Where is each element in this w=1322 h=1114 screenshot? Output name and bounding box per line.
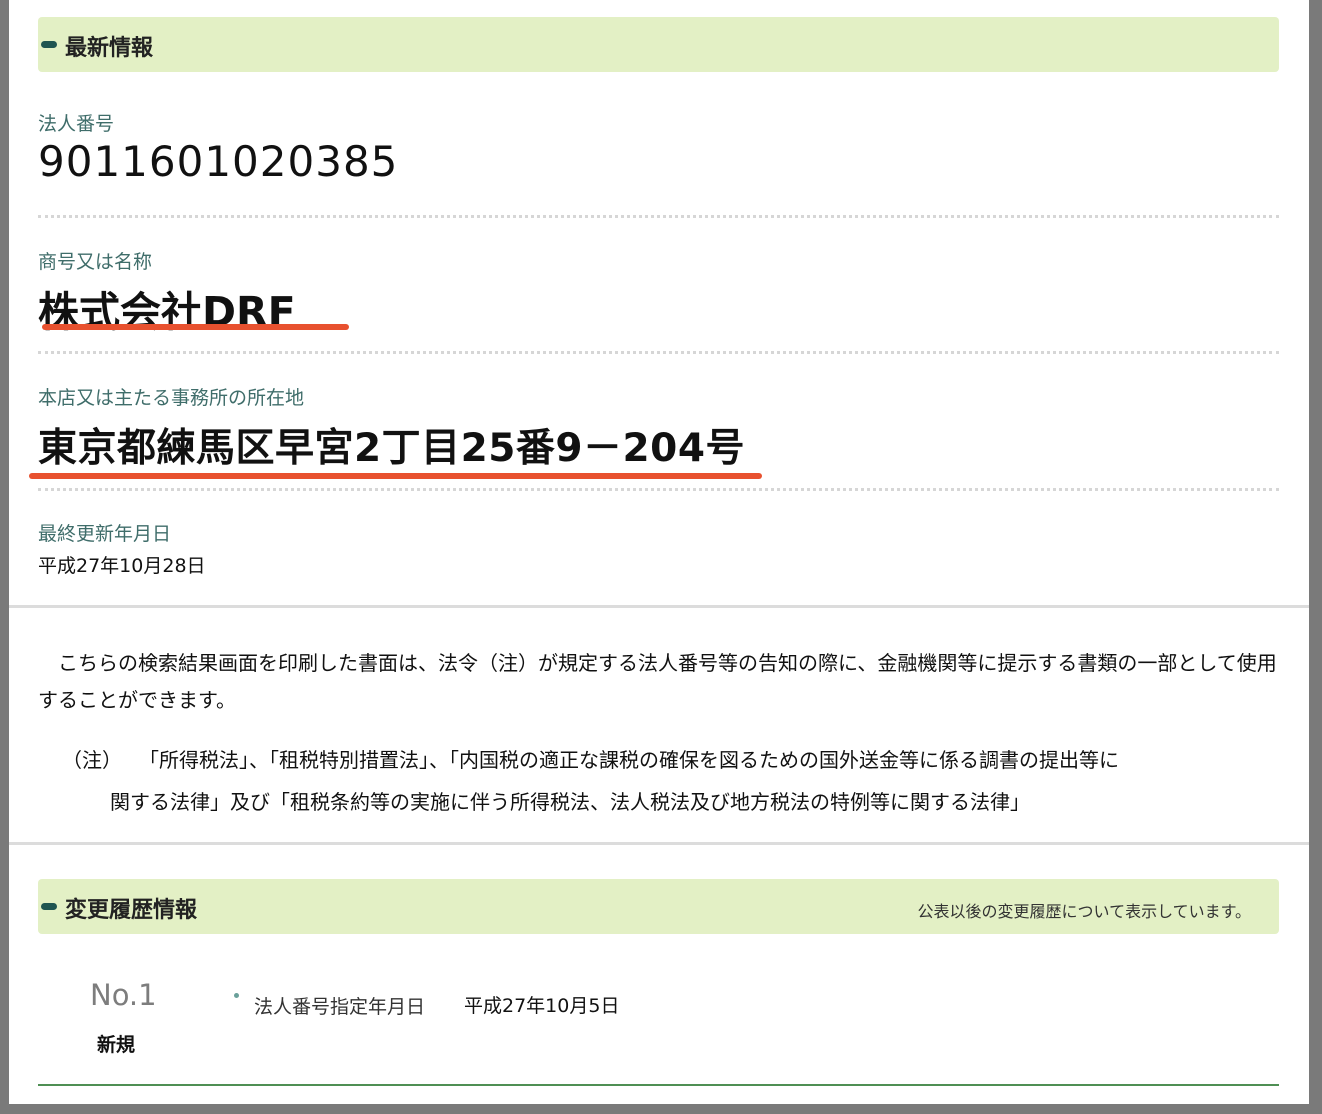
section-separator <box>9 842 1309 845</box>
corporate-info-page: 最新情報 法人番号 9011601020385 商号又は名称 株式会社DRF 本… <box>9 0 1309 1104</box>
divider <box>38 488 1279 491</box>
last-updated-value: 平成27年10月28日 <box>38 555 206 577</box>
section-marker-icon <box>41 41 57 48</box>
note-text-line-1: 「所得税法」、「租税特別措置法」、「内国税の適正な課税の確保を図るための国外送金… <box>139 748 1119 772</box>
history-header: 変更履歴情報 公表以後の変更履歴について表示しています。 <box>38 879 1279 934</box>
bullet-icon <box>234 993 239 998</box>
history-entry-kind: 新規 <box>97 1034 136 1056</box>
history-item-value: 平成27年10月5日 <box>464 995 620 1017</box>
history-note: 公表以後の変更履歴について表示しています。 <box>917 902 1251 921</box>
last-updated-label: 最終更新年月日 <box>38 523 172 545</box>
address-highlight-underline <box>29 473 762 479</box>
divider <box>38 215 1279 218</box>
company-name-label: 商号又は名称 <box>38 251 153 273</box>
name-highlight-underline <box>42 324 349 330</box>
divider <box>38 351 1279 354</box>
print-notice-paragraph: こちらの検索結果画面を印刷した書面は、法令（注）が規定する法人番号等の告知の際に… <box>38 651 1277 712</box>
latest-info-header: 最新情報 <box>38 17 1279 72</box>
history-bottom-rule <box>38 1084 1279 1086</box>
section-marker-icon <box>41 903 57 910</box>
address-value: 東京都練馬区早宮2丁目25番9－204号 <box>38 426 745 471</box>
note-mark: （注） <box>62 748 122 772</box>
note-text-line-2: 関する法律」及び「租税条約等の実施に伴う所得税法、法人税法及び地方税法の特例等に… <box>110 790 1030 814</box>
section-separator <box>9 605 1309 608</box>
corporate-number-label: 法人番号 <box>38 113 115 135</box>
history-item-label: 法人番号指定年月日 <box>254 996 426 1018</box>
latest-info-title: 最新情報 <box>65 36 154 61</box>
address-label: 本店又は主たる事務所の所在地 <box>38 387 305 409</box>
corporate-number-value: 9011601020385 <box>38 137 399 186</box>
history-title: 変更履歴情報 <box>65 898 198 923</box>
history-entry-number: No.1 <box>90 978 157 1012</box>
